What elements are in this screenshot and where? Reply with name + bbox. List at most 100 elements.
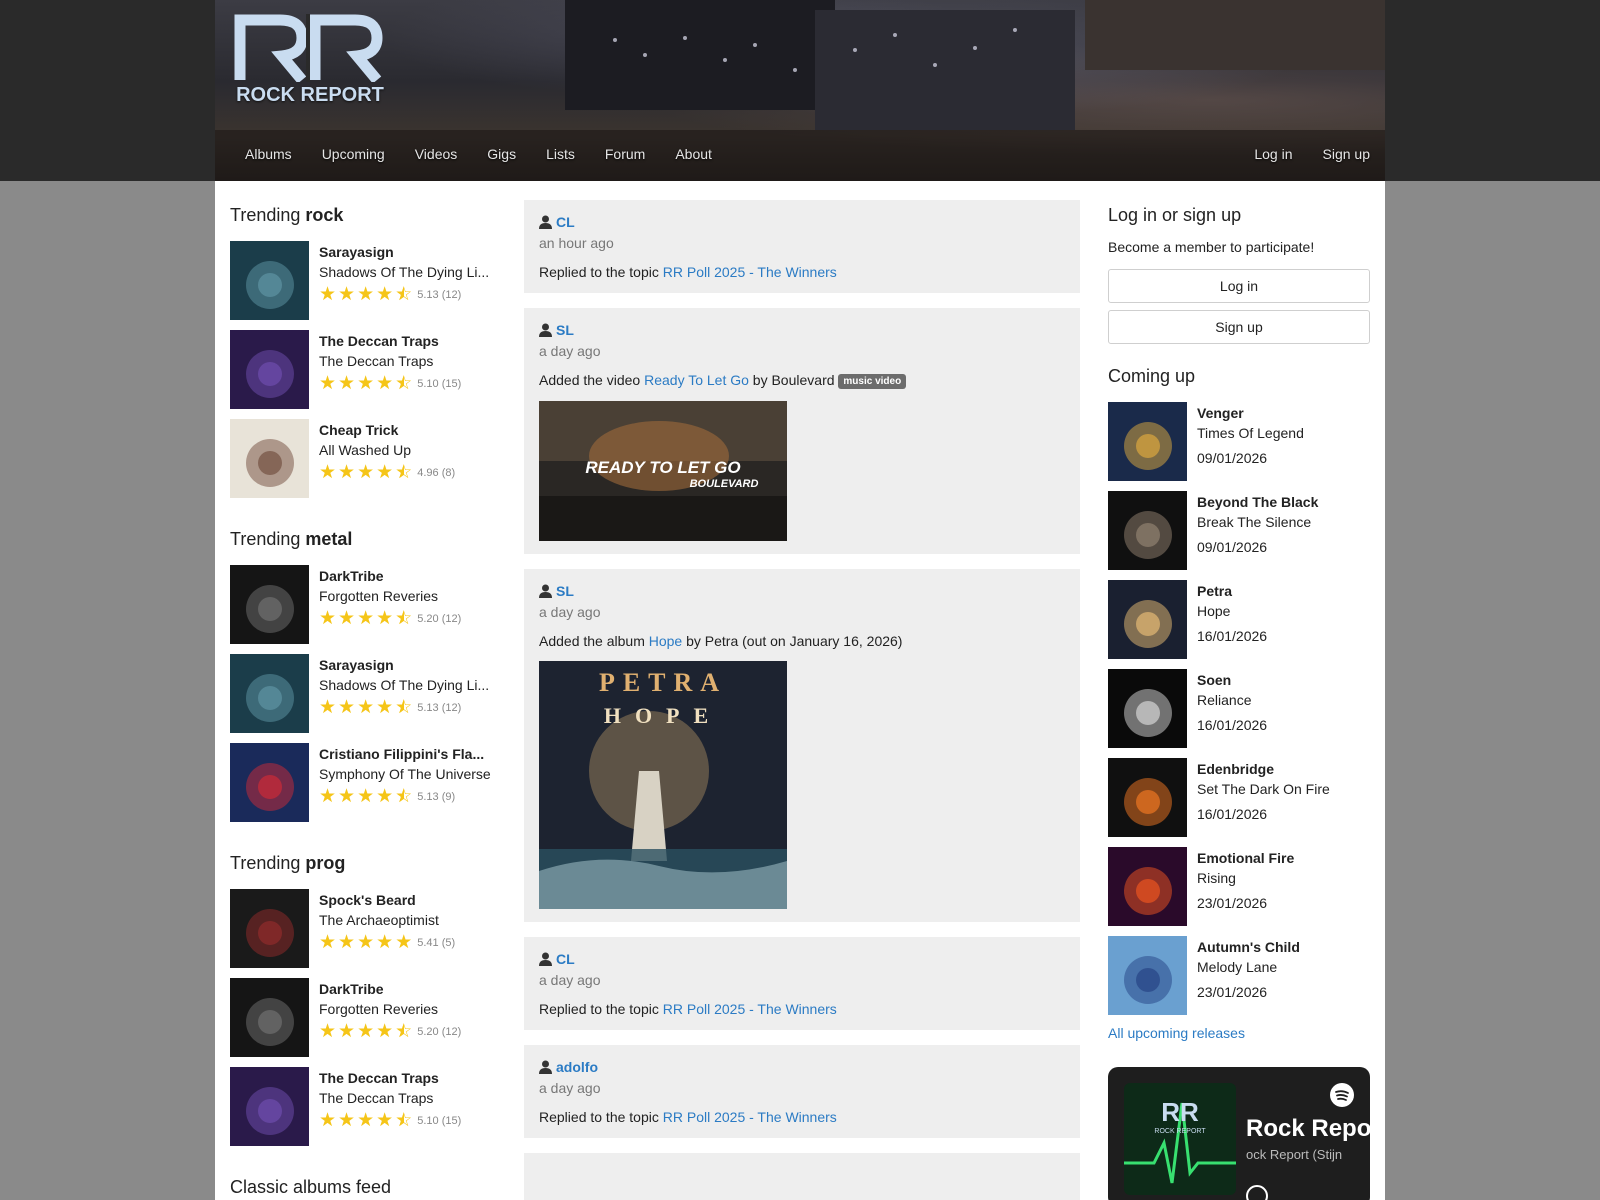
album-cover[interactable] xyxy=(230,330,309,409)
star-full-icon: ★ xyxy=(319,608,337,629)
release-artist[interactable]: Autumn's Child xyxy=(1197,939,1300,955)
video-thumbnail[interactable]: READY TO LET GO BOULEVARD xyxy=(539,401,787,541)
album-cover[interactable] xyxy=(230,743,309,822)
rating-stars: ★★★★★☆5.13 (12) xyxy=(319,285,461,304)
release-title[interactable]: Reliance xyxy=(1197,692,1251,708)
nav-upcoming[interactable]: Upcoming xyxy=(322,146,385,162)
release-cover[interactable] xyxy=(1108,580,1187,659)
nav-signup[interactable]: Sign up xyxy=(1323,146,1370,162)
release-artist[interactable]: Emotional Fire xyxy=(1197,850,1294,866)
rating-value: 5.13 (12) xyxy=(417,288,462,301)
feed-user[interactable]: CL xyxy=(539,951,1065,967)
upcoming-release-item[interactable]: Petra Hope 16/01/2026 xyxy=(1108,580,1370,660)
signup-button[interactable]: Sign up xyxy=(1108,310,1370,344)
rating-value: 4.96 (8) xyxy=(417,466,456,479)
release-date: 16/01/2026 xyxy=(1197,628,1268,644)
feed-link[interactable]: RR Poll 2025 - The Winners xyxy=(663,1109,837,1125)
album-cover[interactable] xyxy=(230,654,309,733)
brand-name: ROCK REPORT xyxy=(236,84,384,106)
rating-stars: ★★★★★☆4.96 (8) xyxy=(319,463,455,482)
trending-album-item[interactable]: Sarayasign Shadows Of The Dying Li... ★ ★… xyxy=(230,654,495,734)
album-title[interactable]: Shadows Of The Dying Li... xyxy=(319,264,495,280)
album-artist[interactable]: DarkTribe xyxy=(319,568,495,584)
feed-user[interactable]: SL xyxy=(539,583,1065,599)
release-artist[interactable]: Petra xyxy=(1197,583,1232,599)
nav-forum[interactable]: Forum xyxy=(605,146,645,162)
play-icon[interactable] xyxy=(1246,1185,1268,1200)
nav-videos[interactable]: Videos xyxy=(415,146,458,162)
feed-user[interactable]: adolfo xyxy=(539,1059,1065,1075)
album-title[interactable]: Forgotten Reveries xyxy=(319,588,495,604)
release-cover[interactable] xyxy=(1108,402,1187,481)
release-artist[interactable]: Edenbridge xyxy=(1197,761,1274,777)
upcoming-release-item[interactable]: Emotional Fire Rising 23/01/2026 xyxy=(1108,847,1370,927)
album-cover[interactable] xyxy=(230,419,309,498)
feed-link[interactable]: Ready To Let Go xyxy=(644,372,749,388)
feed-user[interactable]: CL xyxy=(539,214,1065,230)
feed-time: a day ago xyxy=(539,604,601,620)
trending-album-item[interactable]: Spock's Beard The Archaeoptimist ★ ★ ★ ★ ★ 5.… xyxy=(230,889,495,969)
album-artist[interactable]: DarkTribe xyxy=(319,981,495,997)
login-button[interactable]: Log in xyxy=(1108,269,1370,303)
release-title[interactable]: Melody Lane xyxy=(1197,959,1277,975)
release-cover[interactable] xyxy=(1108,936,1187,1015)
album-artist[interactable]: The Deccan Traps xyxy=(319,333,495,349)
release-cover[interactable] xyxy=(1108,491,1187,570)
trending-album-item[interactable]: Cristiano Filippini's Fla... Symphony Of… xyxy=(230,743,495,823)
release-cover[interactable] xyxy=(1108,669,1187,748)
album-artist[interactable]: Sarayasign xyxy=(319,244,495,260)
site-logo[interactable]: ROCK REPORT xyxy=(230,12,390,107)
feed-link[interactable]: Hope xyxy=(649,633,682,649)
album-artist[interactable]: Cristiano Filippini's Fla... xyxy=(319,746,495,762)
spotify-embed[interactable]: RR ROCK REPORT Rock Repo ock Report (Sti… xyxy=(1108,1067,1370,1200)
album-artist[interactable]: Sarayasign xyxy=(319,657,495,673)
nav-about[interactable]: About xyxy=(675,146,712,162)
album-cover[interactable] xyxy=(230,889,309,968)
upcoming-release-item[interactable]: Autumn's Child Melody Lane 23/01/2026 xyxy=(1108,936,1370,1016)
album-title[interactable]: Symphony Of The Universe xyxy=(319,766,495,782)
nav-albums[interactable]: Albums xyxy=(245,146,292,162)
upcoming-release-item[interactable]: Edenbridge Set The Dark On Fire 16/01/20… xyxy=(1108,758,1370,838)
nav-lists[interactable]: Lists xyxy=(546,146,575,162)
release-artist[interactable]: Soen xyxy=(1197,672,1231,688)
feed-user[interactable]: SL xyxy=(539,322,1065,338)
trending-album-item[interactable]: Sarayasign Shadows Of The Dying Li... ★ ★… xyxy=(230,241,495,321)
album-title[interactable]: The Deccan Traps xyxy=(319,1090,495,1106)
trending-album-item[interactable]: The Deccan Traps The Deccan Traps ★★★★★☆… xyxy=(230,330,495,410)
album-artist[interactable]: Spock's Beard xyxy=(319,892,495,908)
upcoming-release-item[interactable]: Venger Times Of Legend 09/01/2026 xyxy=(1108,402,1370,482)
feed-link[interactable]: RR Poll 2025 - The Winners xyxy=(663,264,837,280)
release-cover[interactable] xyxy=(1108,758,1187,837)
release-artist[interactable]: Venger xyxy=(1197,405,1244,421)
album-cover[interactable] xyxy=(230,978,309,1057)
trending-album-item[interactable]: DarkTribe Forgotten Reveries ★★★★★☆5.20 … xyxy=(230,978,495,1058)
nav-gigs[interactable]: Gigs xyxy=(487,146,516,162)
upcoming-release-item[interactable]: Soen Reliance 16/01/2026 xyxy=(1108,669,1370,749)
release-title[interactable]: Hope xyxy=(1197,603,1230,619)
upcoming-release-item[interactable]: Beyond The Black Break The Silence 09/01… xyxy=(1108,491,1370,571)
album-artwork[interactable]: PETRA HOPE xyxy=(539,661,787,909)
release-cover[interactable] xyxy=(1108,847,1187,926)
album-artist[interactable]: Cheap Trick xyxy=(319,422,495,438)
release-artist[interactable]: Beyond The Black xyxy=(1197,494,1318,510)
trending-album-item[interactable]: DarkTribe Forgotten Reveries ★★★★★☆5.20 … xyxy=(230,565,495,645)
star-full-icon: ★ xyxy=(376,284,394,305)
album-artist[interactable]: The Deccan Traps xyxy=(319,1070,495,1086)
trending-album-item[interactable]: The Deccan Traps The Deccan Traps ★★★★★☆… xyxy=(230,1067,495,1147)
trending-album-item[interactable]: Cheap Trick All Washed Up ★★★★★☆4.96 (8) xyxy=(230,419,495,499)
album-title[interactable]: The Archaeoptimist xyxy=(319,912,495,928)
album-title[interactable]: The Deccan Traps xyxy=(319,353,495,369)
release-title[interactable]: Rising xyxy=(1197,870,1236,886)
album-title[interactable]: Forgotten Reveries xyxy=(319,1001,495,1017)
album-title[interactable]: Shadows Of The Dying Li... xyxy=(319,677,495,693)
release-title[interactable]: Set The Dark On Fire xyxy=(1197,781,1330,797)
album-cover[interactable] xyxy=(230,241,309,320)
album-cover[interactable] xyxy=(230,1067,309,1146)
feed-link[interactable]: RR Poll 2025 - The Winners xyxy=(663,1001,837,1017)
album-title[interactable]: All Washed Up xyxy=(319,442,495,458)
release-title[interactable]: Times Of Legend xyxy=(1197,425,1304,441)
all-upcoming-link[interactable]: All upcoming releases xyxy=(1108,1025,1370,1041)
nav-login[interactable]: Log in xyxy=(1254,146,1292,162)
release-title[interactable]: Break The Silence xyxy=(1197,514,1311,530)
album-cover[interactable] xyxy=(230,565,309,644)
